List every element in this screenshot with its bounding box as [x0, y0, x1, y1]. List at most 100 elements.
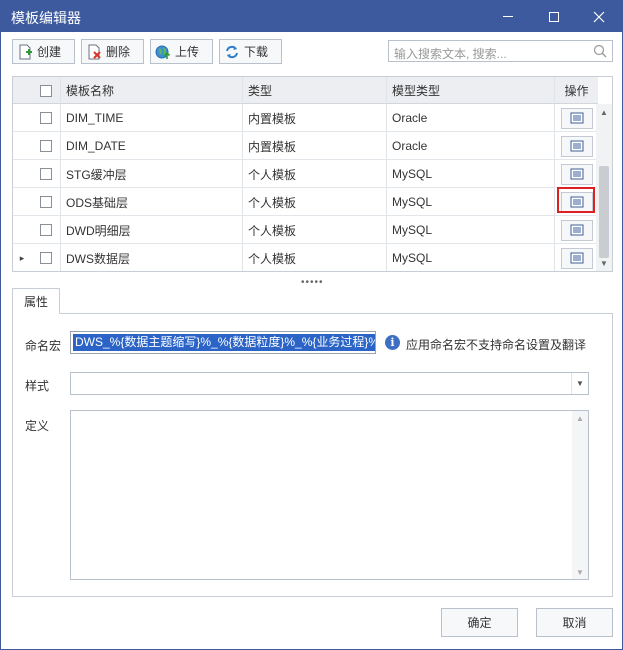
download-button[interactable]: 下载: [219, 39, 282, 64]
template-name-cell[interactable]: ODS基础层: [61, 188, 243, 216]
header-indicator-cell: [13, 77, 31, 104]
scroll-up-arrow-icon[interactable]: ▲: [572, 411, 588, 425]
row-indicator: [13, 132, 31, 160]
naming-macro-value: DWS_%{数据主题缩写}%_%{数据粒度}%_%{业务过程}%: [73, 334, 375, 351]
template-grid: 模板名称 类型 模型类型 操作 DIM_TIME 内置模板 Oracle DIM…: [12, 76, 613, 272]
row-checkbox[interactable]: [39, 196, 52, 208]
template-name-cell[interactable]: DIM_DATE: [61, 132, 243, 160]
naming-macro-field[interactable]: DWS_%{数据主题缩写}%_%{数据粒度}%_%{业务过程}%: [70, 331, 376, 354]
column-header-name[interactable]: 模板名称: [61, 77, 243, 104]
model-type-cell[interactable]: Oracle: [387, 132, 555, 160]
actions-cell: [555, 160, 598, 188]
chevron-down-icon[interactable]: ▼: [571, 373, 588, 394]
row-checkbox[interactable]: [39, 140, 52, 152]
template-name-cell[interactable]: DWS数据层: [61, 244, 243, 271]
cancel-button[interactable]: 取消: [536, 608, 613, 637]
refresh-icon: [226, 45, 238, 58]
definition-scrollbar[interactable]: ▲ ▼: [572, 411, 588, 579]
table-row[interactable]: DIM_TIME 内置模板 Oracle: [13, 104, 598, 132]
scrollbar-thumb[interactable]: [599, 166, 609, 258]
create-button[interactable]: 创建: [12, 39, 75, 64]
select-all-checkbox[interactable]: [39, 84, 52, 97]
template-type-cell[interactable]: 个人模板: [243, 160, 387, 188]
template-type-cell[interactable]: 个人模板: [243, 244, 387, 271]
edit-template-button[interactable]: [560, 247, 593, 269]
create-label: 创建: [37, 45, 62, 59]
row-checkbox[interactable]: [39, 224, 52, 236]
select-all-checkbox-cell[interactable]: [31, 77, 61, 104]
actions-cell: [555, 244, 598, 271]
search-icon: [593, 44, 607, 58]
column-header-type[interactable]: 类型: [243, 77, 387, 104]
column-header-model-type[interactable]: 模型类型: [387, 77, 555, 104]
definition-textarea[interactable]: ▲ ▼: [70, 410, 589, 580]
current-row-indicator: ▸: [19, 252, 25, 263]
ok-button[interactable]: 确定: [441, 608, 518, 637]
table-row[interactable]: DIM_DATE 内置模板 Oracle: [13, 132, 598, 160]
style-label: 样式: [25, 379, 50, 393]
maximize-button[interactable]: [531, 1, 577, 32]
minimize-icon: [503, 16, 513, 17]
window-title: 模板编辑器: [11, 10, 81, 26]
template-name-cell[interactable]: DWD明细层: [61, 216, 243, 244]
row-checkbox-cell[interactable]: [31, 188, 61, 216]
row-checkbox[interactable]: [39, 168, 52, 180]
table-row[interactable]: ▸ DWS数据层 个人模板 MySQL: [13, 244, 598, 271]
row-checkbox-cell[interactable]: [31, 104, 61, 132]
model-type-cell[interactable]: MySQL: [387, 160, 555, 188]
style-select[interactable]: ▼: [70, 372, 589, 395]
document-icon: [570, 196, 583, 208]
model-type-cell[interactable]: Oracle: [387, 104, 555, 132]
upload-button[interactable]: 上传: [150, 39, 213, 64]
template-editor-window: 模板编辑器 创建 删除 上传 下载 输入搜索文本, 搜索... 模板名称 类型 …: [0, 0, 623, 650]
edit-template-button[interactable]: [560, 191, 593, 213]
template-type-cell[interactable]: 内置模板: [243, 104, 387, 132]
edit-template-button[interactable]: [560, 219, 593, 241]
row-checkbox-cell[interactable]: [31, 244, 61, 271]
document-icon: [570, 224, 583, 236]
row-checkbox-cell[interactable]: [31, 132, 61, 160]
row-indicator: [13, 160, 31, 188]
model-type-cell[interactable]: MySQL: [387, 244, 555, 271]
model-type-cell[interactable]: MySQL: [387, 188, 555, 216]
search-input[interactable]: 输入搜索文本, 搜索...: [388, 40, 613, 62]
scroll-up-arrow-icon[interactable]: ▲: [596, 104, 612, 120]
table-row[interactable]: ODS基础层 个人模板 MySQL: [13, 188, 598, 216]
edit-template-button[interactable]: [560, 107, 593, 129]
grid-vertical-scrollbar[interactable]: ▲ ▼: [596, 104, 612, 271]
maximize-icon: [549, 11, 559, 22]
row-checkbox[interactable]: [39, 252, 52, 264]
row-checkbox-cell[interactable]: [31, 160, 61, 188]
delete-label: 删除: [106, 45, 131, 59]
actions-cell: [555, 132, 598, 160]
row-indicator: [13, 188, 31, 216]
edit-template-button[interactable]: [560, 135, 593, 157]
delete-button[interactable]: 删除: [81, 39, 144, 64]
column-header-actions: 操作: [564, 84, 589, 98]
grid-header: 模板名称 类型 模型类型 操作: [13, 77, 598, 104]
template-name-cell[interactable]: DIM_TIME: [61, 104, 243, 132]
splitter-handle[interactable]: •••••: [301, 277, 324, 288]
template-type-cell[interactable]: 个人模板: [243, 188, 387, 216]
close-button[interactable]: [576, 1, 622, 32]
title-bar: 模板编辑器: [1, 1, 622, 32]
tab-properties[interactable]: 属性: [12, 288, 60, 314]
info-icon: i: [385, 335, 400, 350]
scroll-down-arrow-icon[interactable]: ▼: [596, 255, 612, 271]
document-icon: [570, 168, 583, 180]
table-row[interactable]: DWD明细层 个人模板 MySQL: [13, 216, 598, 244]
upload-globe-icon: [155, 45, 171, 59]
create-icon: [19, 44, 32, 59]
table-row[interactable]: STG缓冲层 个人模板 MySQL: [13, 160, 598, 188]
model-type-cell[interactable]: MySQL: [387, 216, 555, 244]
template-name-cell[interactable]: STG缓冲层: [61, 160, 243, 188]
scroll-down-arrow-icon[interactable]: ▼: [572, 565, 588, 579]
row-checkbox-cell[interactable]: [31, 216, 61, 244]
row-checkbox[interactable]: [39, 112, 52, 124]
upload-label: 上传: [175, 45, 200, 59]
template-type-cell[interactable]: 内置模板: [243, 132, 387, 160]
actions-cell: [555, 216, 598, 244]
minimize-button[interactable]: [485, 1, 531, 32]
edit-template-button[interactable]: [560, 163, 593, 185]
template-type-cell[interactable]: 个人模板: [243, 216, 387, 244]
